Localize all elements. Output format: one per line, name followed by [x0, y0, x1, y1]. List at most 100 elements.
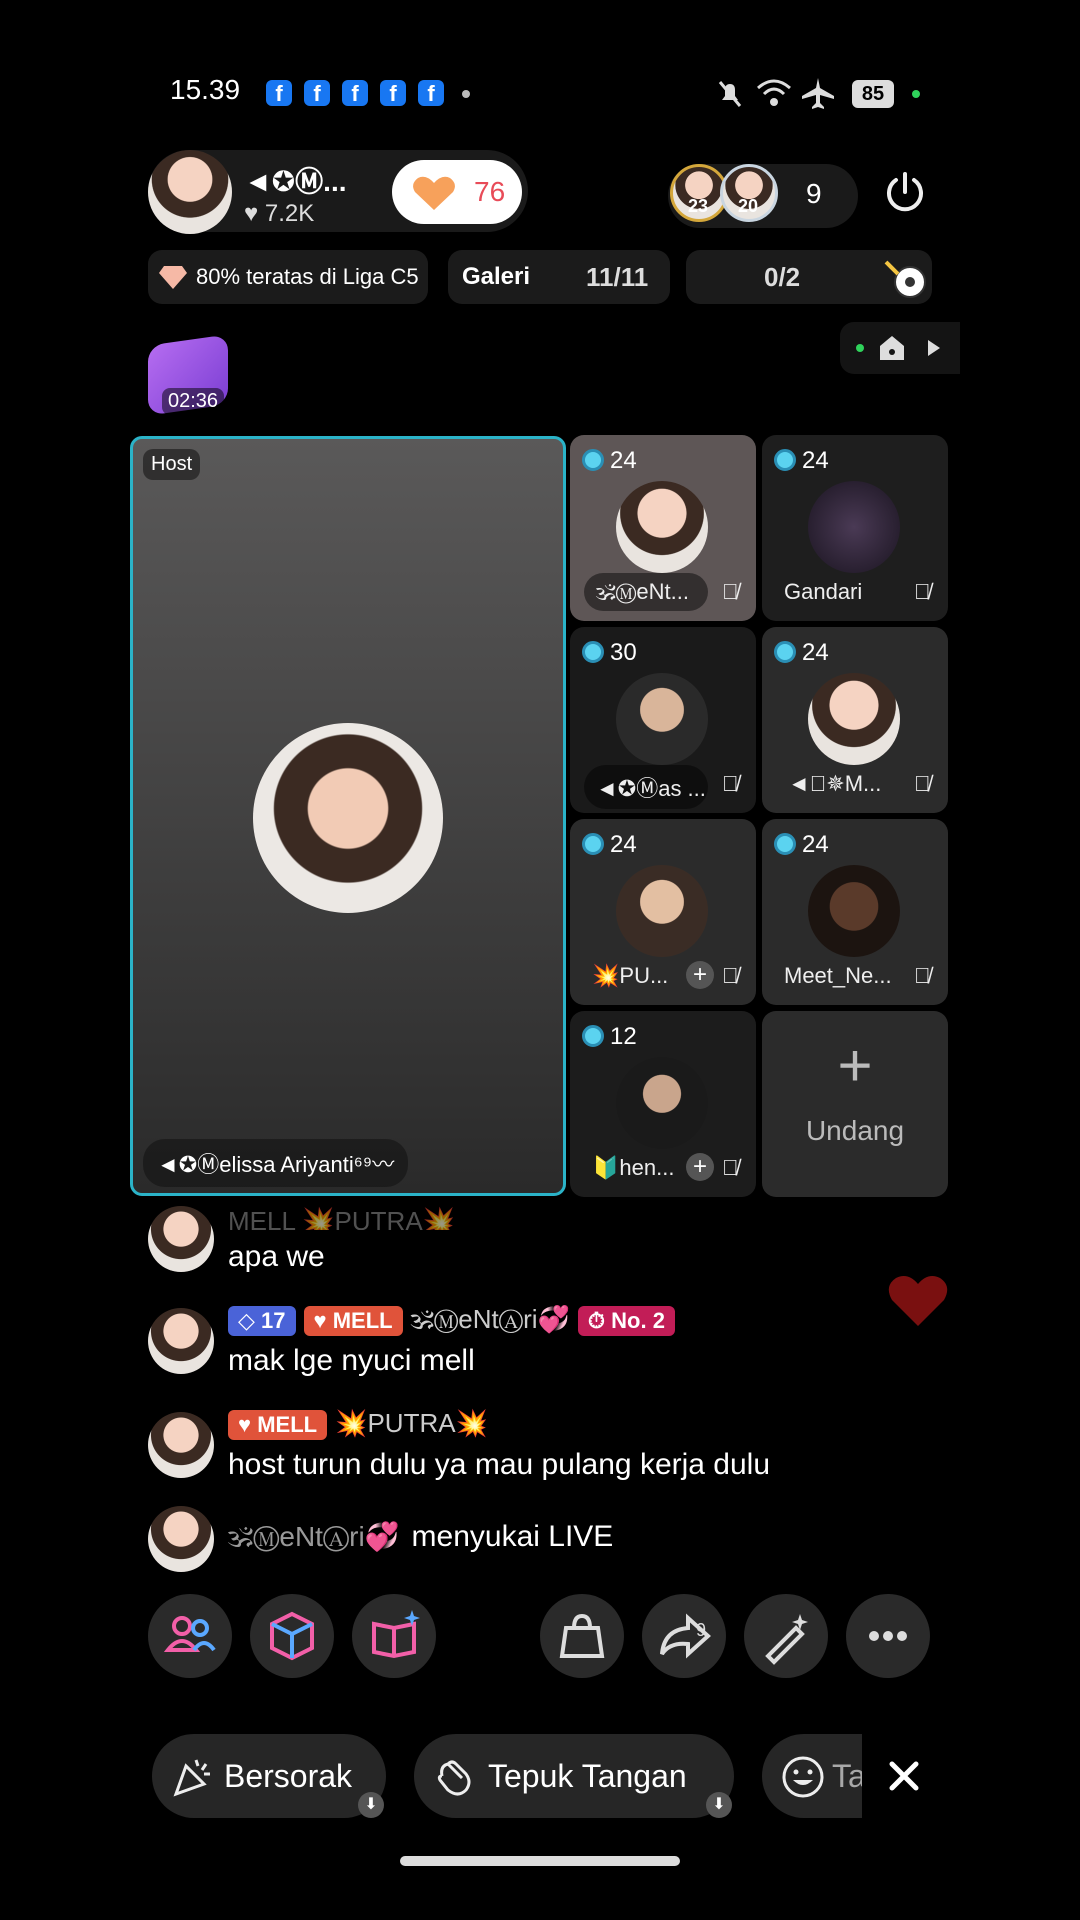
privacy-indicator-dot: [912, 90, 920, 98]
league-chip[interactable]: 80% teratas di Liga C5: [148, 250, 428, 304]
gallery-count: 11/11: [586, 262, 649, 292]
top-viewer-level: 20: [738, 196, 759, 216]
follow-plus-button[interactable]: +: [686, 1153, 714, 1181]
party-popper-icon: [173, 1759, 210, 1797]
chat-avatar[interactable]: [148, 1412, 214, 1478]
host-profile-photo: [253, 723, 443, 913]
gem-icon: [582, 641, 604, 663]
share-button[interactable]: 9: [642, 1594, 726, 1678]
invite-tile[interactable]: + Undang: [762, 1011, 948, 1197]
chat-username: 🕉ⓂeNtⒶri💞: [228, 1521, 400, 1552]
guest-gift-count: 30: [582, 639, 637, 667]
guest-avatar: [808, 865, 900, 957]
guest-name: 🕉ⓂeNt...: [584, 573, 708, 611]
mic-muted-icon: 🎙̸: [914, 963, 931, 988]
guest-tile[interactable]: 12 🔰hen... + 🎙̸: [570, 1011, 756, 1197]
chat-message: apa we: [228, 1240, 325, 1273]
clap-label: Tepuk Tangan: [488, 1758, 687, 1794]
guests-button[interactable]: [148, 1594, 232, 1678]
gift-timer: 02:36: [162, 388, 225, 415]
heart-icon: [413, 176, 455, 210]
guest-tile[interactable]: 24 Meet_Ne... 🎙̸: [762, 819, 948, 1005]
airplane-mode-icon: [802, 78, 834, 109]
guest-tile[interactable]: 30 ◄✪Ⓜas ... 🎙̸: [570, 627, 756, 813]
gallery-chip[interactable]: Galeri 11/11: [448, 250, 670, 304]
more-dots-icon: [869, 1631, 907, 1641]
chat-badges: ◇ 17 ♥ MELL 🕉ⓂeNtⒶri💞 ⏱ No. 2: [228, 1304, 683, 1336]
power-icon[interactable]: [882, 170, 928, 216]
guest-gift-count: 12: [582, 1023, 637, 1051]
magic-book-button[interactable]: [352, 1594, 436, 1678]
third-reaction-label: Ta: [832, 1758, 862, 1794]
guest-name: ◄✪Ⓜas ...: [584, 765, 708, 809]
guest-gift-count: 24: [774, 639, 829, 667]
gem-icon: [774, 449, 796, 471]
guest-gift-count: 24: [774, 447, 829, 475]
chat-message: host turun dulu ya mau pulang kerja dulu: [228, 1448, 771, 1481]
share-count: 9: [696, 1620, 707, 1640]
chat-username: 💥PUTRA💥: [335, 1408, 488, 1438]
clapping-hands-icon: [437, 1760, 471, 1796]
guest-name: 💥PU...: [592, 963, 669, 988]
facebook-notification-icon: f: [380, 80, 406, 106]
chat-badges: ♥ MELL 💥PUTRA💥: [228, 1408, 488, 1440]
status-time: 15.39: [170, 74, 241, 105]
download-icon: ⬇: [358, 1792, 384, 1818]
host-likes: ♥ 7.2K: [244, 200, 315, 227]
mic-muted-icon: 🎙̸: [722, 771, 739, 796]
share-arrow-icon: [660, 1613, 711, 1659]
guest-tile[interactable]: 24 Gandari 🎙̸: [762, 435, 948, 621]
guest-gift-count: 24: [582, 447, 637, 475]
more-button[interactable]: [846, 1594, 930, 1678]
facebook-notification-icon: f: [342, 80, 368, 106]
guest-tile[interactable]: 24 💥PU... + 🎙̸: [570, 819, 756, 1005]
gem-icon: [774, 833, 796, 855]
gem-icon: [582, 833, 604, 855]
clap-button[interactable]: Tepuk Tangan ⬇: [414, 1734, 734, 1818]
match-count: 0/2: [764, 262, 801, 292]
chat-avatar[interactable]: [148, 1206, 214, 1272]
guest-name: ◄꙰✵M...: [788, 771, 882, 796]
enhance-button[interactable]: [744, 1594, 828, 1678]
invite-label: Undang: [805, 1115, 905, 1146]
chat-avatar[interactable]: [148, 1506, 214, 1572]
close-icon[interactable]: [884, 1756, 924, 1796]
battery-indicator: 85: [852, 80, 894, 108]
guest-name: Gandari: [784, 579, 863, 604]
guest-avatar: [808, 481, 900, 573]
book-sparkle-icon: [372, 1610, 420, 1659]
users-icon: [163, 1616, 216, 1652]
third-reaction-button[interactable]: Ta: [762, 1734, 862, 1818]
like-button[interactable]: 76: [392, 160, 522, 224]
mic-muted-icon: 🎙̸: [722, 579, 739, 604]
like-count: 76: [474, 176, 506, 207]
gem-icon: [582, 449, 604, 471]
guest-gift-count: 24: [582, 831, 637, 859]
host-video-tile[interactable]: Host ◄✪Ⓜelissa Ariyanti⁶⁹〰: [130, 436, 566, 1196]
facebook-notification-icon: f: [418, 80, 444, 106]
effects-button[interactable]: [250, 1594, 334, 1678]
fan-badge: ♥ MELL: [303, 1306, 403, 1336]
diamond-icon: [159, 266, 187, 289]
cheer-button[interactable]: Bersorak ⬇: [152, 1734, 386, 1818]
room-nav-pill[interactable]: [840, 322, 960, 374]
mic-muted-icon: 🎙̸: [914, 579, 931, 604]
guest-name: 🔰hen...: [592, 1155, 675, 1180]
home-indicator[interactable]: [400, 1856, 680, 1866]
cube-icon: [270, 1611, 314, 1661]
play-arrow-icon: [928, 340, 940, 356]
guest-tile[interactable]: 24 ◄꙰✵M... 🎙̸: [762, 627, 948, 813]
guest-tile[interactable]: 24 🕉ⓂeNt... 🎙̸: [570, 435, 756, 621]
magic-wand-icon: [765, 1614, 808, 1665]
shop-button[interactable]: [540, 1594, 624, 1678]
facebook-notification-icon: f: [304, 80, 330, 106]
chat-avatar[interactable]: [148, 1308, 214, 1374]
chat-message: mak lge nyuci mell: [228, 1344, 475, 1377]
wifi-icon: [757, 79, 791, 106]
download-icon: ⬇: [706, 1792, 732, 1818]
follow-plus-button[interactable]: +: [686, 961, 714, 989]
match-chip[interactable]: 0/2: [686, 250, 932, 304]
host-avatar[interactable]: [148, 150, 232, 234]
guest-avatar: [616, 481, 708, 573]
fan-badge: ♥ MELL: [228, 1410, 328, 1440]
